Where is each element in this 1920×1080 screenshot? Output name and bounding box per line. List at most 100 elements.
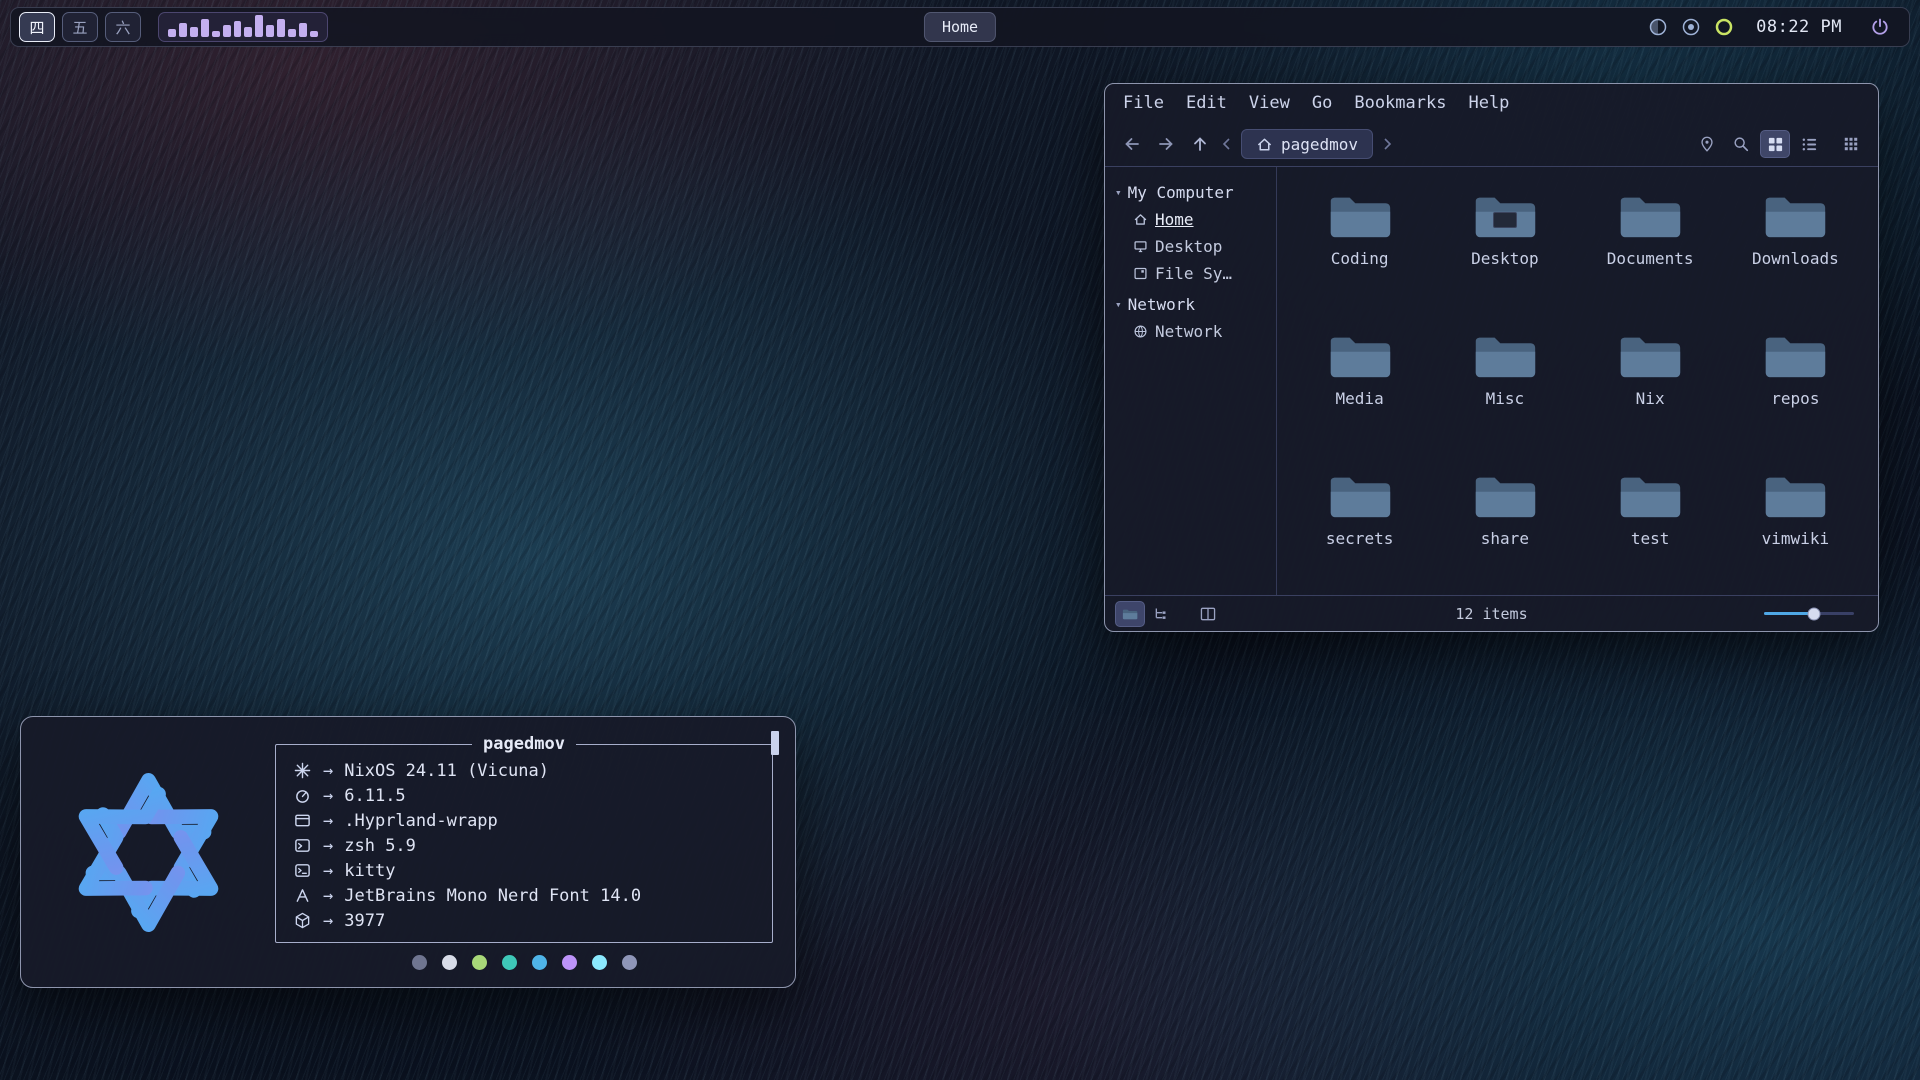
icon-view-button[interactable] xyxy=(1760,130,1790,158)
kernel-icon xyxy=(292,787,312,804)
expander-icon[interactable]: ▾ xyxy=(1115,186,1122,199)
sidebar-item-home[interactable]: Home xyxy=(1115,206,1270,233)
filesystem-icon xyxy=(1133,266,1148,281)
folder-name: Misc xyxy=(1486,389,1525,408)
desktop-emblem xyxy=(1493,212,1517,228)
breadcrumb[interactable]: pagedmov xyxy=(1241,129,1373,159)
folder-icon xyxy=(1327,329,1393,382)
folder-name: share xyxy=(1481,529,1529,548)
menu-item-bookmarks[interactable]: Bookmarks xyxy=(1354,93,1446,113)
breadcrumb-path: pagedmov xyxy=(1281,135,1358,154)
sidebar-item-network[interactable]: Network xyxy=(1115,318,1270,345)
menu-item-go[interactable]: Go xyxy=(1312,93,1332,113)
folder-item[interactable]: Desktop xyxy=(1432,179,1577,319)
fetch-line-wm: → .Hyprland-wrapp xyxy=(292,808,756,833)
folder-icon xyxy=(1472,329,1538,382)
folder-item[interactable]: Nix xyxy=(1578,319,1723,459)
palette-dot xyxy=(592,955,607,970)
menu-item-view[interactable]: View xyxy=(1249,93,1290,113)
folder-item[interactable]: Coding xyxy=(1287,179,1432,319)
top-panel: 四 五 六 Home 08:22 PM xyxy=(10,7,1910,47)
workspace-button-2[interactable]: 五 xyxy=(62,12,98,42)
folder-icon xyxy=(1762,329,1828,382)
night-light-icon[interactable] xyxy=(1647,16,1669,38)
nixos-logo xyxy=(43,755,253,950)
nixos-icon xyxy=(292,762,312,779)
folder-item[interactable]: Downloads xyxy=(1723,179,1868,319)
palette-dot xyxy=(412,955,427,970)
sidebar-item-label: Desktop xyxy=(1155,237,1222,256)
split-pane-button[interactable] xyxy=(1193,601,1223,627)
search-icon[interactable] xyxy=(1726,130,1756,158)
palette-dot xyxy=(622,955,637,970)
back-button[interactable] xyxy=(1117,130,1147,158)
folder-name: Nix xyxy=(1636,389,1665,408)
globe-icon xyxy=(1133,324,1148,339)
arrow: → xyxy=(323,911,333,931)
sidebar-item-label: File Sy… xyxy=(1155,264,1232,283)
folder-name: Desktop xyxy=(1471,249,1538,268)
audio-visualizer xyxy=(158,12,328,42)
palette xyxy=(412,955,637,970)
arrow: → xyxy=(323,886,333,906)
folder-icon xyxy=(1617,329,1683,382)
folder-icon xyxy=(1762,469,1828,522)
fetch-value: .Hyprland-wrapp xyxy=(344,811,498,831)
folder-item[interactable]: test xyxy=(1578,459,1723,595)
folder-item[interactable]: vimwiki xyxy=(1723,459,1868,595)
folder-name: repos xyxy=(1771,389,1819,408)
folder-item[interactable]: Documents xyxy=(1578,179,1723,319)
menu-item-file[interactable]: File xyxy=(1123,93,1164,113)
menu-item-edit[interactable]: Edit xyxy=(1186,93,1227,113)
sidebar-toggle-button[interactable] xyxy=(1115,601,1145,627)
palette-dot xyxy=(562,955,577,970)
folder-name: Documents xyxy=(1607,249,1694,268)
workspace-button-3[interactable]: 六 xyxy=(105,12,141,42)
power-button[interactable] xyxy=(1863,12,1897,42)
folder-name: Media xyxy=(1336,389,1384,408)
folder-icon xyxy=(1617,469,1683,522)
status-orb-icon[interactable] xyxy=(1680,16,1702,38)
fetch-line-terminal: → kitty xyxy=(292,858,756,883)
folder-item[interactable]: Misc xyxy=(1432,319,1577,459)
folder-item[interactable]: Media xyxy=(1287,319,1432,459)
home-button[interactable]: Home xyxy=(924,12,996,42)
up-button[interactable] xyxy=(1185,130,1215,158)
folder-item[interactable]: repos xyxy=(1723,319,1868,459)
sidebar: ▾ My Computer Home Desktop File Sy… ▾ Ne… xyxy=(1105,167,1277,595)
workspace-switcher: 四 五 六 xyxy=(11,12,328,42)
list-view-button[interactable] xyxy=(1794,130,1824,158)
expander-icon[interactable]: ▾ xyxy=(1115,298,1122,311)
home-icon xyxy=(1133,212,1148,227)
item-count: 12 items xyxy=(1455,605,1527,623)
folder-item[interactable]: share xyxy=(1432,459,1577,595)
folder-item[interactable]: secrets xyxy=(1287,459,1432,595)
breadcrumb-prev-icon[interactable] xyxy=(1219,138,1235,150)
zoom-slider[interactable] xyxy=(1764,607,1854,621)
tree-view-button[interactable] xyxy=(1145,601,1175,627)
fetch-line-shell: → zsh 5.9 xyxy=(292,833,756,858)
color-temp-ring-icon[interactable] xyxy=(1713,16,1735,38)
zoom-slider-knob[interactable] xyxy=(1807,607,1820,620)
fetch-line-os: → NixOS 24.11 (Vicuna) xyxy=(292,758,756,783)
fetch-value: zsh 5.9 xyxy=(344,836,416,856)
compact-view-button[interactable] xyxy=(1836,130,1866,158)
sidebar-item-file-system[interactable]: File Sy… xyxy=(1115,260,1270,287)
sidebar-item-desktop[interactable]: Desktop xyxy=(1115,233,1270,260)
home-icon xyxy=(1256,136,1273,153)
workspace-label: 六 xyxy=(115,17,130,38)
workspace-button-1[interactable]: 四 xyxy=(19,12,55,42)
breadcrumb-next-icon[interactable] xyxy=(1379,138,1395,150)
fetch-line-kernel: → 6.11.5 xyxy=(292,783,756,808)
menu-item-help[interactable]: Help xyxy=(1468,93,1509,113)
terminal-icon xyxy=(292,862,312,879)
packages-icon xyxy=(292,912,312,929)
forward-button[interactable] xyxy=(1151,130,1181,158)
sidebar-section-label: Network xyxy=(1128,295,1195,314)
workspace-label: 四 xyxy=(29,17,44,38)
clock: 08:22 PM xyxy=(1746,17,1852,37)
fetch-value: 3977 xyxy=(344,911,385,931)
statusbar: 12 items xyxy=(1105,595,1878,631)
location-pin-icon[interactable] xyxy=(1692,130,1722,158)
palette-dot xyxy=(502,955,517,970)
